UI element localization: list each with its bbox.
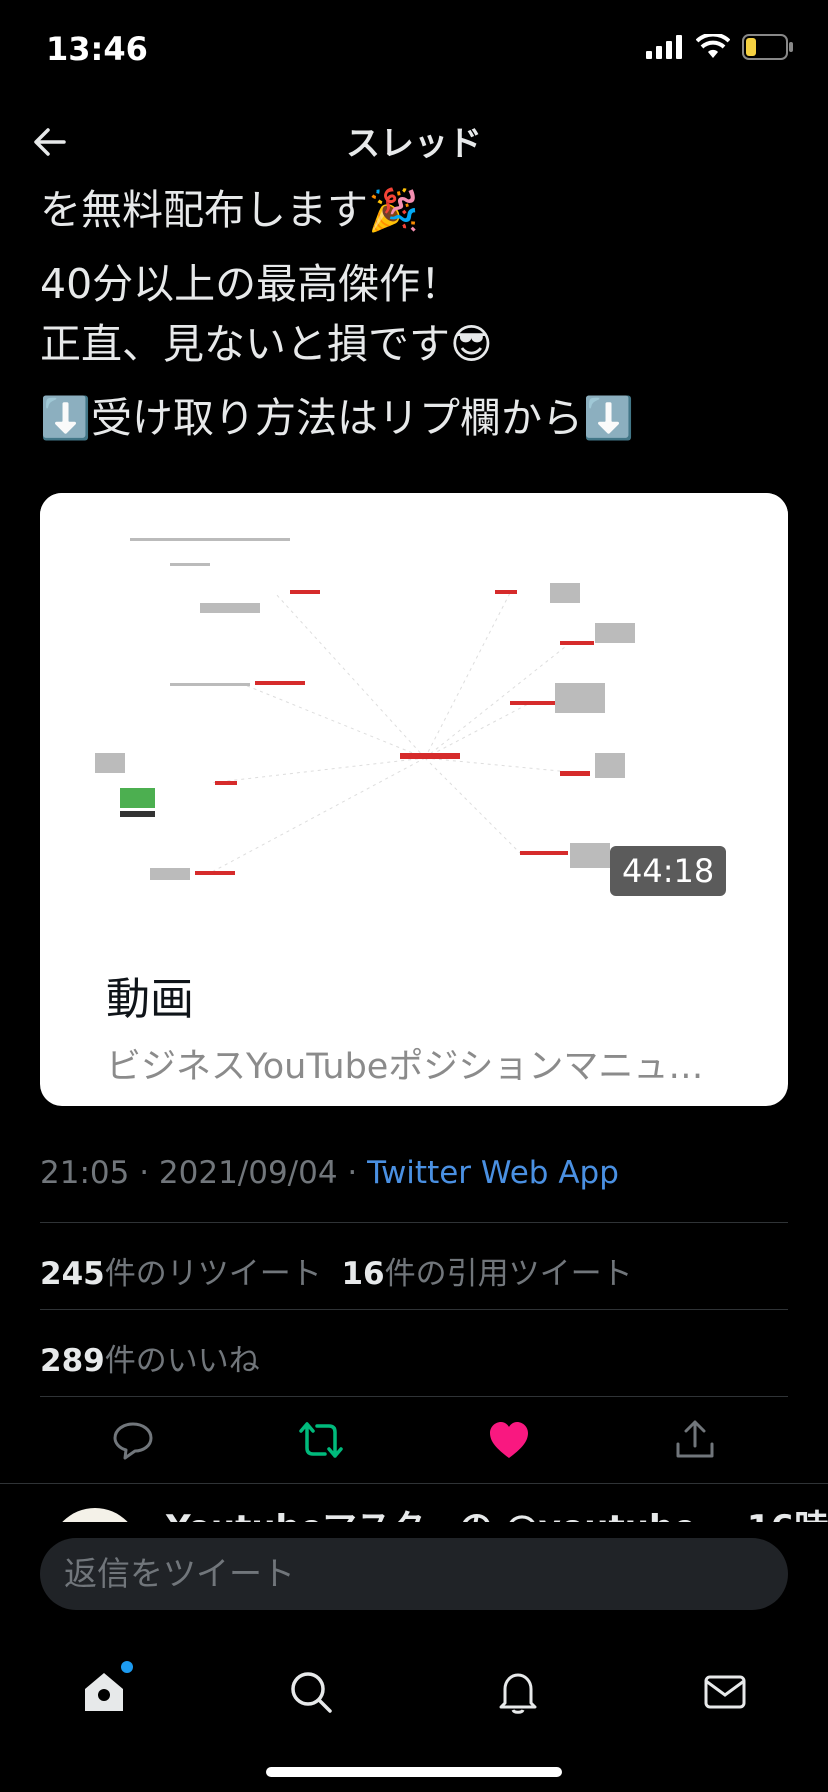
card-description: ビジネスYouTubeポジションマニュ… [106, 1047, 704, 1087]
quote-label: 件の引用ツイート [384, 1256, 633, 1292]
retweet-count: 245 [40, 1256, 105, 1292]
notification-dot [120, 1661, 133, 1673]
like-label: 件のいいね [104, 1343, 260, 1379]
tweet-source-link[interactable]: Twitter Web App [367, 1155, 619, 1191]
divider [40, 1309, 788, 1310]
page-title: スレッド [346, 124, 482, 164]
tweet-actions [0, 1405, 828, 1475]
tweet-meta: 21:05 · 2021/09/04 · Twitter Web App [40, 1155, 619, 1191]
signal-icon [646, 35, 682, 59]
retweet-icon[interactable] [297, 1418, 345, 1462]
mail-icon [704, 1675, 745, 1709]
card-title: 動画 [106, 974, 194, 1025]
bell-icon [499, 1673, 536, 1714]
tweet-timestamp: 21:05 · 2021/09/04 · [40, 1155, 368, 1191]
tweet-line: 40分以上の最高傑作！ [40, 260, 462, 308]
tab-search[interactable] [286, 1667, 336, 1717]
like-icon[interactable] [487, 1418, 531, 1462]
quote-count: 16 [341, 1256, 385, 1292]
divider [40, 1222, 788, 1223]
status-icons [646, 34, 794, 60]
video-duration: 44:18 [610, 846, 727, 896]
divider [40, 1396, 788, 1397]
tweet-text: を無料配布します🎉 40分以上の最高傑作！ 正直、見ないと損です😎 ⬇️受け取り… [40, 180, 800, 448]
share-icon[interactable] [673, 1418, 717, 1462]
home-indicator [266, 1767, 562, 1777]
tweet-line: ⬇️受け取り方法はリプ欄から⬇️ [40, 394, 635, 442]
status-bar: 13:46 [0, 0, 828, 100]
reply-preview[interactable]: Youtubeマスターの @youtube... 16時間 ... [0, 1483, 828, 1524]
tab-bar [0, 1642, 828, 1742]
tweet-line: を無料配布します🎉 [40, 186, 420, 234]
reply-input[interactable]: 返信をツイート [40, 1538, 788, 1610]
home-icon [84, 1673, 123, 1711]
search-icon [290, 1672, 332, 1713]
header: スレッド [0, 100, 828, 184]
tweet-line: 正直、見ないと損です😎 [40, 320, 493, 368]
retweet-label: 件のリツイート [104, 1256, 322, 1292]
reply-author: Youtubeマスターの @youtube... 16時間 ... [166, 1500, 828, 1524]
wifi-icon [696, 34, 730, 58]
status-time: 13:46 [46, 30, 148, 68]
like-stats[interactable]: 289件のいいね [40, 1335, 260, 1380]
tab-home[interactable] [79, 1661, 133, 1717]
reply-icon[interactable] [111, 1418, 155, 1462]
retweet-stats[interactable]: 245件のリツイート 16件の引用ツイート [40, 1248, 633, 1293]
like-count: 289 [40, 1343, 105, 1379]
tab-notifications[interactable] [493, 1667, 543, 1717]
battery-icon [742, 34, 793, 60]
tab-messages[interactable] [700, 1667, 750, 1717]
video-card[interactable]: 44:18 動画 ビジネスYouTubeポジションマニュ… [40, 493, 788, 1106]
bottom-area: 返信をツイート [0, 1522, 828, 1792]
